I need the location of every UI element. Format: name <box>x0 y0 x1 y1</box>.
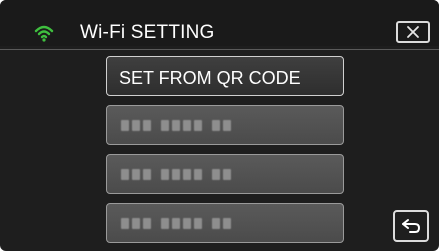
back-button[interactable] <box>393 210 429 242</box>
camera-screen: Wi-Fi SETTING SET FROM QR CODE <box>0 0 439 251</box>
masked-label <box>121 169 261 181</box>
header-divider <box>0 49 439 50</box>
page-title: Wi-Fi SETTING <box>80 22 215 43</box>
set-from-qr-code-button[interactable]: SET FROM QR CODE <box>106 56 344 96</box>
masked-label <box>121 218 261 230</box>
masked-option-button[interactable] <box>106 105 344 145</box>
masked-option-button[interactable] <box>106 203 344 243</box>
header-bar: Wi-Fi SETTING <box>0 0 439 46</box>
return-arrow-icon <box>402 219 421 233</box>
masked-label <box>121 120 261 132</box>
masked-option-button[interactable] <box>106 154 344 194</box>
option-label: SET FROM QR CODE <box>119 68 301 88</box>
wifi-icon <box>34 25 54 42</box>
close-button[interactable] <box>396 21 430 43</box>
close-icon <box>407 26 419 38</box>
